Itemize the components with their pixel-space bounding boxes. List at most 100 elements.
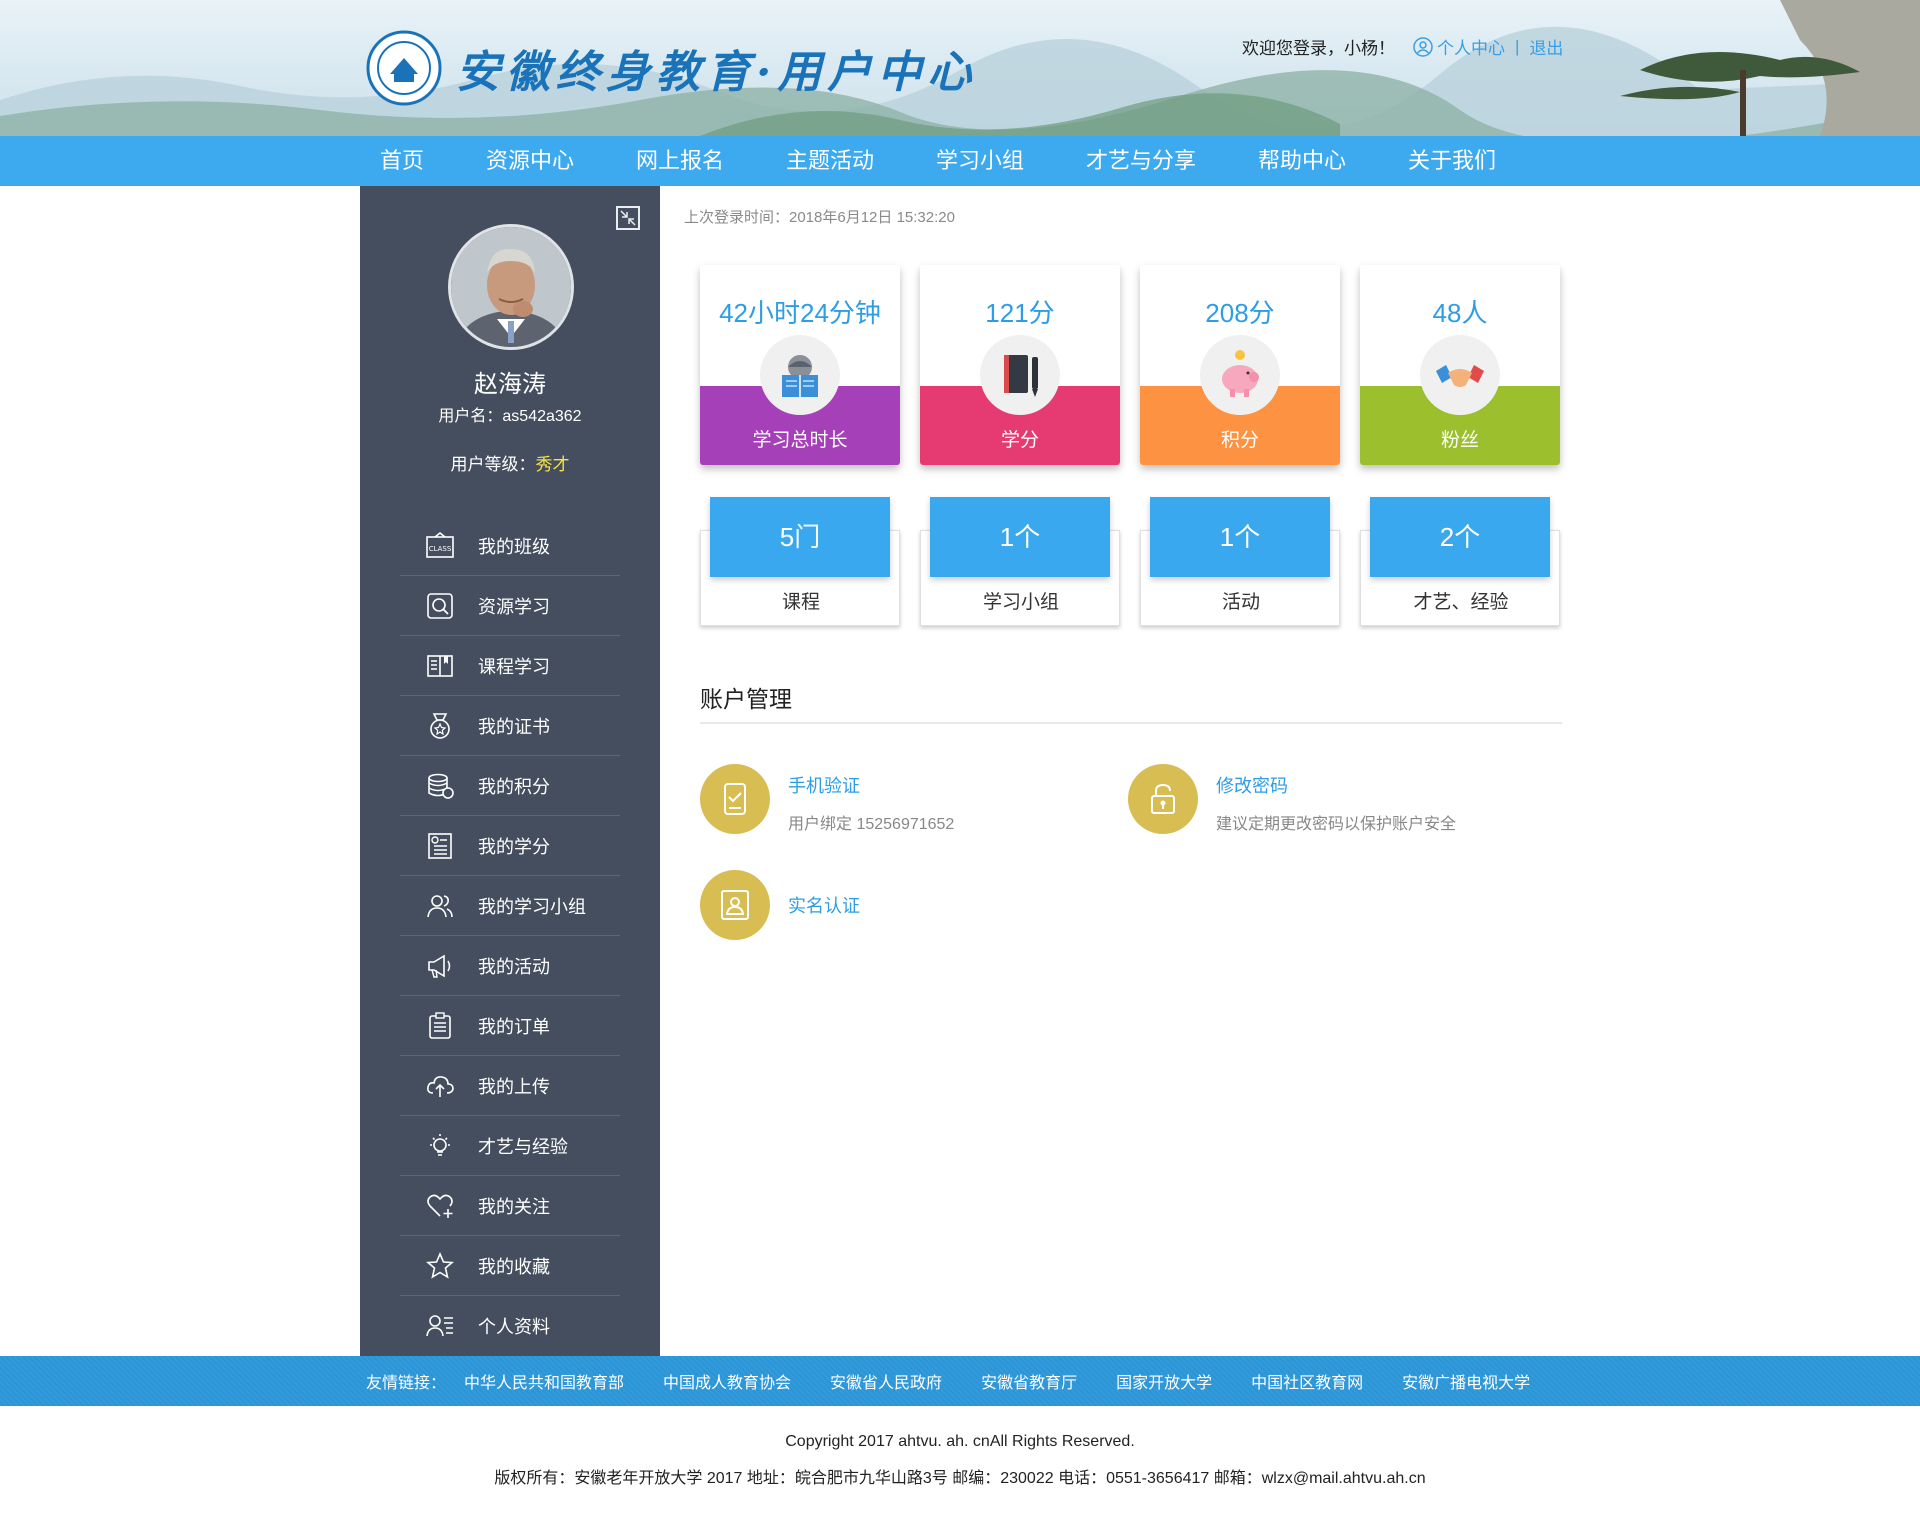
username: 用户名：as542a362 xyxy=(438,408,582,425)
real-name-verification: 实名认证 xyxy=(700,870,860,940)
id-card-icon xyxy=(700,870,770,940)
sidebar-item-label: 我的收藏 xyxy=(478,1256,550,1277)
nav-item-resources[interactable]: 资源中心 xyxy=(486,136,636,186)
count-value-button[interactable]: 1个 xyxy=(1150,497,1330,577)
phone-verification: 手机验证 用户绑定 15256971652 xyxy=(700,764,954,834)
friendly-link-moe[interactable]: 中华人民共和国教育部 xyxy=(464,1369,624,1393)
sidebar-item-my-class[interactable]: CLASS 我的班级 xyxy=(400,516,620,576)
sidebar-item-activities[interactable]: 我的活动 xyxy=(400,936,620,996)
nav-item-about[interactable]: 关于我们 xyxy=(1408,136,1528,186)
last-login-time: 上次登录时间：2018年6月12日 15:32:20 xyxy=(684,209,955,226)
phone-verification-link[interactable]: 手机验证 xyxy=(788,772,954,798)
sidebar-item-uploads[interactable]: 我的上传 xyxy=(400,1056,620,1116)
sidebar-item-label: 我的关注 xyxy=(478,1196,550,1217)
count-card-courses: 5门 课程 xyxy=(700,497,900,626)
stat-card-credits[interactable]: 121分 学分 xyxy=(920,265,1120,465)
header-banner: 安徽终身教育·用户中心 欢迎您登录，小杨！ 个人中心 | 退出 xyxy=(0,0,1920,136)
change-password: 修改密码 建议定期更改密码以保护账户安全 xyxy=(1128,764,1456,834)
user-level-label: 用户等级： xyxy=(450,455,536,474)
user-topbar: 欢迎您登录，小杨！ 个人中心 | 退出 xyxy=(1242,34,1563,59)
stat-label: 学习总时长 xyxy=(752,430,848,451)
logout-link[interactable]: 退出 xyxy=(1529,34,1563,59)
site-logo[interactable]: 安徽终身教育·用户中心 xyxy=(366,30,977,106)
stat-label: 积分 xyxy=(1220,430,1259,451)
friendly-link-anhui-government[interactable]: 安徽省人民政府 xyxy=(830,1369,942,1393)
stat-value: 48人 xyxy=(1432,298,1488,328)
stat-value: 121分 xyxy=(985,298,1055,328)
stat-card-study-time[interactable]: 42小时24分钟 学习总时长 xyxy=(700,265,900,465)
nav-item-study-groups[interactable]: 学习小组 xyxy=(936,136,1086,186)
address-text: 版权所有：安徽老年开放大学 2017 地址：皖合肥市九华山路3号 邮编：2300… xyxy=(494,1470,1426,1487)
nav-item-home[interactable]: 首页 xyxy=(380,136,486,186)
user-center-label: 个人中心 xyxy=(1437,39,1505,58)
collapse-sidebar-button[interactable] xyxy=(616,206,640,230)
welcome-text: 欢迎您登录，小杨！ xyxy=(1242,39,1395,58)
book-icon xyxy=(424,650,456,682)
user-center-link[interactable]: 个人中心 xyxy=(1413,34,1505,59)
count-label: 才艺、经验 xyxy=(1413,592,1509,613)
password-hint-text: 建议定期更改密码以保护账户安全 xyxy=(1216,816,1457,833)
sidebar-item-label: 我的积分 xyxy=(478,776,550,797)
sidebar: 赵海涛 用户名：as542a362 用户等级：秀才 CLASS 我的班级 资源学… xyxy=(360,186,660,1356)
real-name: 赵海涛 xyxy=(474,371,546,398)
sidebar-item-certificates[interactable]: 我的证书 xyxy=(400,696,620,756)
sidebar-item-label: 课程学习 xyxy=(478,656,550,677)
friendly-link-open-university[interactable]: 国家开放大学 xyxy=(1116,1369,1212,1393)
sidebar-item-orders[interactable]: 我的订单 xyxy=(400,996,620,1056)
class-icon: CLASS xyxy=(424,530,456,562)
friendly-link-adult-education[interactable]: 中国成人教育协会 xyxy=(663,1369,791,1393)
user-circle-icon xyxy=(1413,36,1433,57)
stat-label: 粉丝 xyxy=(1440,430,1479,451)
sidebar-item-study-groups[interactable]: 我的学习小组 xyxy=(400,876,620,936)
stat-card-points[interactable]: 208分 积分 xyxy=(1140,265,1340,465)
friendly-links-bar: 友情链接： 中华人民共和国教育部 中国成人教育协会 安徽省人民政府 安徽省教育厅… xyxy=(0,1356,1920,1406)
nav-item-talent-share[interactable]: 才艺与分享 xyxy=(1086,136,1258,186)
sidebar-item-profile[interactable]: 个人资料 xyxy=(400,1296,620,1356)
stat-value: 42小时24分钟 xyxy=(719,298,881,328)
stat-label: 学分 xyxy=(1000,430,1039,451)
sidebar-item-talent-experience[interactable]: 才艺与经验 xyxy=(400,1116,620,1176)
section-divider xyxy=(700,722,1562,724)
friendly-link-community-education[interactable]: 中国社区教育网 xyxy=(1251,1369,1363,1393)
credit-doc-icon xyxy=(424,830,456,862)
sidebar-item-points[interactable]: 我的积分 xyxy=(400,756,620,816)
sidebar-item-label: 我的学分 xyxy=(478,836,550,857)
sidebar-item-resource-learning[interactable]: 资源学习 xyxy=(400,576,620,636)
sidebar-item-course-learning[interactable]: 课程学习 xyxy=(400,636,620,696)
reading-icon xyxy=(760,335,840,415)
friendly-link-anhui-tvu[interactable]: 安徽广播电视大学 xyxy=(1402,1369,1530,1393)
nav-item-registration[interactable]: 网上报名 xyxy=(636,136,786,186)
nav-item-activities[interactable]: 主题活动 xyxy=(786,136,936,186)
sidebar-item-label: 资源学习 xyxy=(478,596,550,617)
profile-icon xyxy=(424,1310,456,1342)
sidebar-item-label: 我的上传 xyxy=(478,1076,550,1097)
stat-card-fans[interactable]: 48人 粉丝 xyxy=(1360,265,1560,465)
sidebar-item-favorites[interactable]: 我的收藏 xyxy=(400,1236,620,1296)
heart-plus-icon xyxy=(424,1190,456,1222)
avatar[interactable] xyxy=(448,224,574,350)
count-label: 课程 xyxy=(781,592,820,613)
sidebar-item-following[interactable]: 我的关注 xyxy=(400,1176,620,1236)
sidebar-item-label: 我的班级 xyxy=(478,536,550,557)
sidebar-item-label: 我的证书 xyxy=(478,716,550,737)
bulb-icon xyxy=(424,1130,456,1162)
user-portrait xyxy=(451,227,571,347)
count-value-button[interactable]: 5门 xyxy=(710,497,890,577)
sidebar-item-label: 才艺与经验 xyxy=(478,1136,568,1157)
count-card-talents: 2个 才艺、经验 xyxy=(1360,497,1560,626)
stat-value: 208分 xyxy=(1205,298,1275,328)
svg-text:CLASS: CLASS xyxy=(429,545,452,553)
count-value-button[interactable]: 1个 xyxy=(930,497,1110,577)
megaphone-icon xyxy=(424,950,456,982)
count-label: 学习小组 xyxy=(982,592,1059,613)
nav-item-help[interactable]: 帮助中心 xyxy=(1258,136,1408,186)
sidebar-item-credits[interactable]: 我的学分 xyxy=(400,816,620,876)
order-icon xyxy=(424,1010,456,1042)
count-value-button[interactable]: 2个 xyxy=(1370,497,1550,577)
change-password-link[interactable]: 修改密码 xyxy=(1216,772,1456,798)
main-nav: 首页 资源中心 网上报名 主题活动 学习小组 才艺与分享 帮助中心 关于我们 xyxy=(0,136,1920,186)
university-seal-icon xyxy=(366,30,442,106)
medal-icon xyxy=(424,710,456,742)
real-name-verification-link[interactable]: 实名认证 xyxy=(788,892,860,918)
friendly-link-anhui-education[interactable]: 安徽省教育厅 xyxy=(981,1369,1077,1393)
